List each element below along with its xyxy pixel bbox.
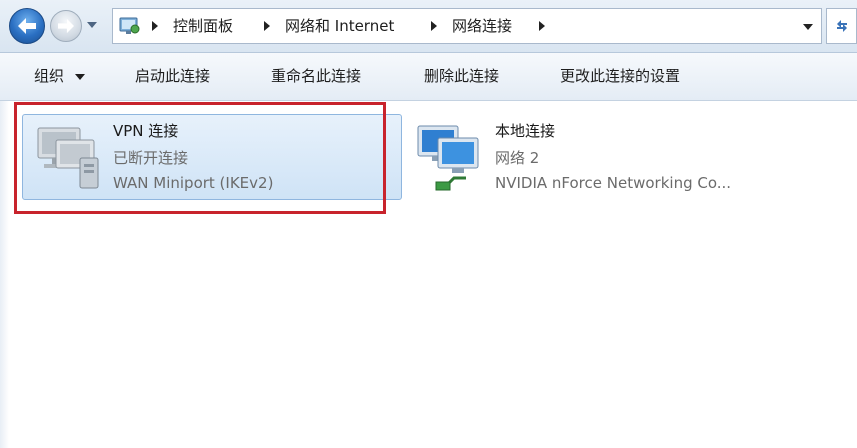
recent-pages-button[interactable] [86, 19, 98, 31]
change-settings-button[interactable]: 更改此连接的设置 [560, 53, 680, 100]
delete-connection-button[interactable]: 删除此连接 [424, 53, 499, 100]
command-bar: 组织 启动此连接 重命名此连接 删除此连接 更改此连接的设置 [0, 53, 857, 101]
address-dropdown-icon[interactable] [801, 21, 815, 33]
start-connection-button[interactable]: 启动此连接 [135, 53, 210, 100]
address-field[interactable]: 控制面板 网络和 Internet 网络连接 [112, 8, 822, 44]
breadcrumb-network-connections[interactable]: 网络连接 [452, 9, 512, 43]
back-button[interactable] [9, 8, 45, 44]
breadcrumb-network-internet[interactable]: 网络和 Internet [285, 9, 394, 43]
organize-menu[interactable]: 组织 [34, 53, 85, 100]
network-computers-icon [417, 125, 479, 191]
control-panel-icon [119, 17, 140, 34]
back-arrow-icon [18, 18, 36, 34]
local-connection-network: 网络 2 [495, 149, 540, 167]
local-connection-name: 本地连接 [495, 122, 556, 140]
rename-connection-button[interactable]: 重命名此连接 [271, 53, 361, 100]
organize-label: 组织 [34, 67, 65, 85]
refresh-icon [836, 20, 847, 32]
address-bar-area: 控制面板 网络和 Internet 网络连接 [0, 0, 857, 53]
breadcrumb-separator-icon[interactable] [430, 21, 438, 31]
breadcrumb-separator-icon[interactable] [263, 21, 271, 31]
forward-button[interactable] [50, 10, 82, 42]
local-connection-device: NVIDIA nForce Networking Co... [495, 174, 732, 192]
chevron-down-icon [87, 22, 97, 28]
chevron-down-icon [74, 73, 85, 80]
breadcrumb-control-panel[interactable]: 控制面板 [173, 9, 233, 43]
breadcrumb-separator-icon[interactable] [151, 21, 159, 31]
highlight-box [14, 102, 386, 214]
forward-arrow-icon [58, 18, 74, 34]
breadcrumb-separator-icon[interactable] [538, 21, 546, 31]
refresh-button[interactable] [826, 8, 857, 44]
pane-edge [0, 101, 9, 448]
